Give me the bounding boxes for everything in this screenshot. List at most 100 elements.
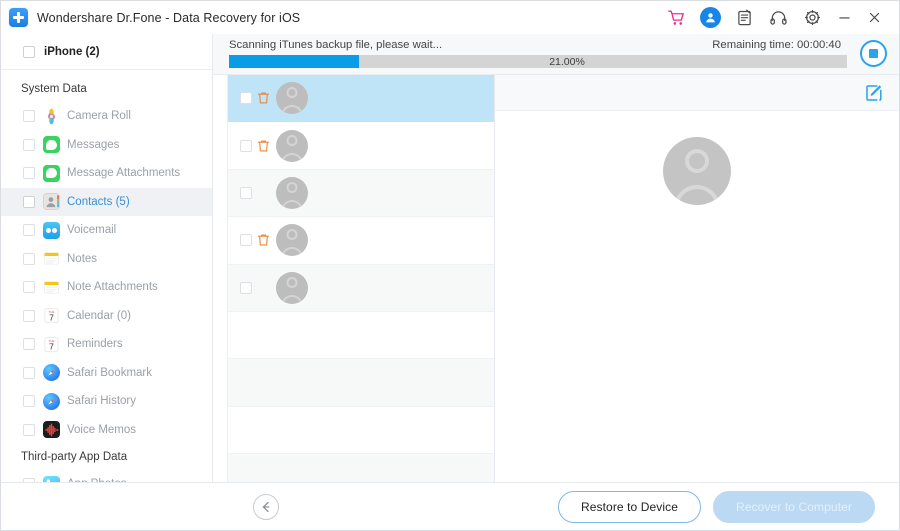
application-window: Wondershare Dr.Fone - Data Recovery for …	[0, 0, 900, 531]
note-attachments-checkbox[interactable]	[23, 281, 35, 294]
scan-status-row: Scanning iTunes backup file, please wait…	[229, 39, 887, 51]
message-attachments-icon	[43, 164, 60, 182]
sidebar-item-reminders[interactable]: TUE 7 Reminders	[1, 330, 212, 359]
contact-avatar-placeholder	[663, 137, 731, 205]
account-icon[interactable]	[693, 2, 727, 34]
list-gutter	[213, 75, 228, 482]
sidebar-item-note-attachments[interactable]: Note Attachments	[1, 273, 212, 302]
contacts-checkbox[interactable]	[23, 195, 35, 208]
safari-history-checkbox[interactable]	[23, 395, 35, 408]
sidebar-item-camera-roll[interactable]: Camera Roll	[1, 102, 212, 131]
safari-bookmark-checkbox[interactable]	[23, 366, 35, 379]
avatar	[276, 271, 308, 304]
main-panel: Scanning iTunes backup file, please wait…	[213, 34, 899, 482]
row-checkbox[interactable]	[240, 139, 252, 152]
table-row-empty	[228, 407, 494, 455]
sidebar-item-contacts[interactable]: Contacts (5)	[1, 187, 212, 216]
sidebar-item-safari-history[interactable]: Safari History	[1, 387, 212, 416]
calendar-checkbox[interactable]	[23, 309, 35, 322]
gear-icon[interactable]	[795, 2, 829, 34]
camera-roll-checkbox[interactable]	[23, 110, 35, 123]
avatar	[276, 82, 308, 115]
message-attachments-checkbox[interactable]	[23, 167, 35, 180]
sidebar-item-label: Camera Roll	[67, 110, 131, 123]
sidebar-nav: System Data Camera Roll Messages Message…	[1, 70, 212, 482]
stop-square-icon	[869, 49, 878, 58]
messages-icon	[43, 136, 60, 154]
sidebar-item-label: Safari Bookmark	[67, 366, 153, 379]
device-checkbox[interactable]	[23, 45, 35, 58]
footer-actions: Restore to Device Recover to Computer	[557, 490, 875, 523]
row-checkbox[interactable]	[240, 92, 252, 105]
table-row[interactable]	[228, 122, 494, 170]
sidebar-item-label: Reminders	[67, 338, 123, 351]
row-checkbox[interactable]	[240, 234, 252, 247]
row-checkbox[interactable]	[240, 186, 252, 199]
voicemail-icon	[43, 221, 60, 239]
sidebar-item-calendar[interactable]: TUE 7 Calendar (0)	[1, 302, 212, 331]
restore-to-device-button[interactable]: Restore to Device	[557, 490, 702, 523]
cart-icon[interactable]	[659, 2, 693, 34]
notes-checkbox[interactable]	[23, 252, 35, 265]
sidebar-item-label: Note Attachments	[67, 281, 158, 294]
edit-contact-icon[interactable]	[865, 84, 883, 102]
svg-text:7: 7	[49, 313, 54, 323]
stop-scan-button[interactable]	[860, 40, 887, 67]
row-checkbox[interactable]	[240, 281, 252, 294]
voice-memos-icon	[43, 421, 60, 439]
calendar-icon: TUE 7	[43, 307, 60, 324]
avatar	[276, 176, 308, 209]
table-row[interactable]	[228, 169, 494, 218]
minimize-icon[interactable]	[829, 2, 859, 34]
voice-memos-checkbox[interactable]	[23, 423, 35, 436]
contacts-icon	[43, 193, 60, 211]
device-label: iPhone (2)	[44, 45, 100, 58]
title-bar-actions	[659, 2, 889, 34]
sidebar-item-label: Contacts (5)	[67, 195, 130, 208]
table-row[interactable]	[228, 264, 494, 312]
sidebar-device-row[interactable]: iPhone (2)	[1, 34, 212, 70]
page-title: Wondershare Dr.Fone - Data Recovery for …	[37, 10, 301, 25]
sidebar-item-notes[interactable]: Notes	[1, 245, 212, 274]
table-row-empty	[228, 454, 494, 482]
table-row[interactable]	[228, 75, 494, 123]
sidebar-item-safari-bookmark[interactable]: Safari Bookmark	[1, 359, 212, 388]
table-row[interactable]	[228, 217, 494, 265]
avatar	[699, 7, 721, 28]
sidebar-item-voice-memos[interactable]: Voice Memos	[1, 416, 212, 445]
table-row-empty	[228, 312, 494, 360]
deleted-trash-icon	[257, 91, 270, 105]
notes-icon	[43, 250, 60, 267]
sidebar-item-label: Message Attachments	[67, 167, 181, 180]
deleted-trash-icon	[257, 139, 270, 153]
sidebar-item-messages[interactable]: Messages	[1, 131, 212, 160]
register-icon[interactable]	[727, 2, 761, 34]
safari-history-icon	[43, 392, 60, 410]
messages-checkbox[interactable]	[23, 138, 35, 151]
footer-bar: Restore to Device Recover to Computer	[1, 482, 899, 530]
avatar	[276, 129, 308, 162]
sidebar-item-app-photos[interactable]: App Photos	[1, 470, 212, 482]
group-title-system-data: System Data	[21, 83, 87, 95]
progress-percent-label: 21.00%	[549, 55, 585, 68]
camera-roll-icon	[43, 107, 60, 125]
svg-text:7: 7	[49, 341, 54, 351]
avatar	[276, 224, 308, 257]
recover-to-computer-button[interactable]: Recover to Computer	[713, 490, 875, 523]
voicemail-checkbox[interactable]	[23, 224, 35, 237]
contact-list[interactable]	[228, 75, 495, 482]
reminders-checkbox[interactable]	[23, 338, 35, 351]
sidebar-item-label: Voicemail	[67, 224, 117, 237]
progress-track: 21.00%	[229, 55, 847, 68]
table-row-empty	[228, 359, 494, 407]
back-arrow-icon[interactable]	[253, 493, 279, 520]
close-icon[interactable]	[859, 2, 889, 34]
title-bar: Wondershare Dr.Fone - Data Recovery for …	[1, 1, 899, 34]
scan-status-text: Scanning iTunes backup file, please wait…	[229, 39, 443, 51]
note-attachments-icon	[43, 279, 60, 296]
sidebar-item-label: Calendar (0)	[67, 309, 131, 322]
sidebar-item-voicemail[interactable]: Voicemail	[1, 216, 212, 245]
support-headset-icon[interactable]	[761, 2, 795, 34]
sidebar-item-message-attachments[interactable]: Message Attachments	[1, 159, 212, 188]
window-body: iPhone (2) System Data Camera Roll Messa…	[1, 34, 899, 482]
